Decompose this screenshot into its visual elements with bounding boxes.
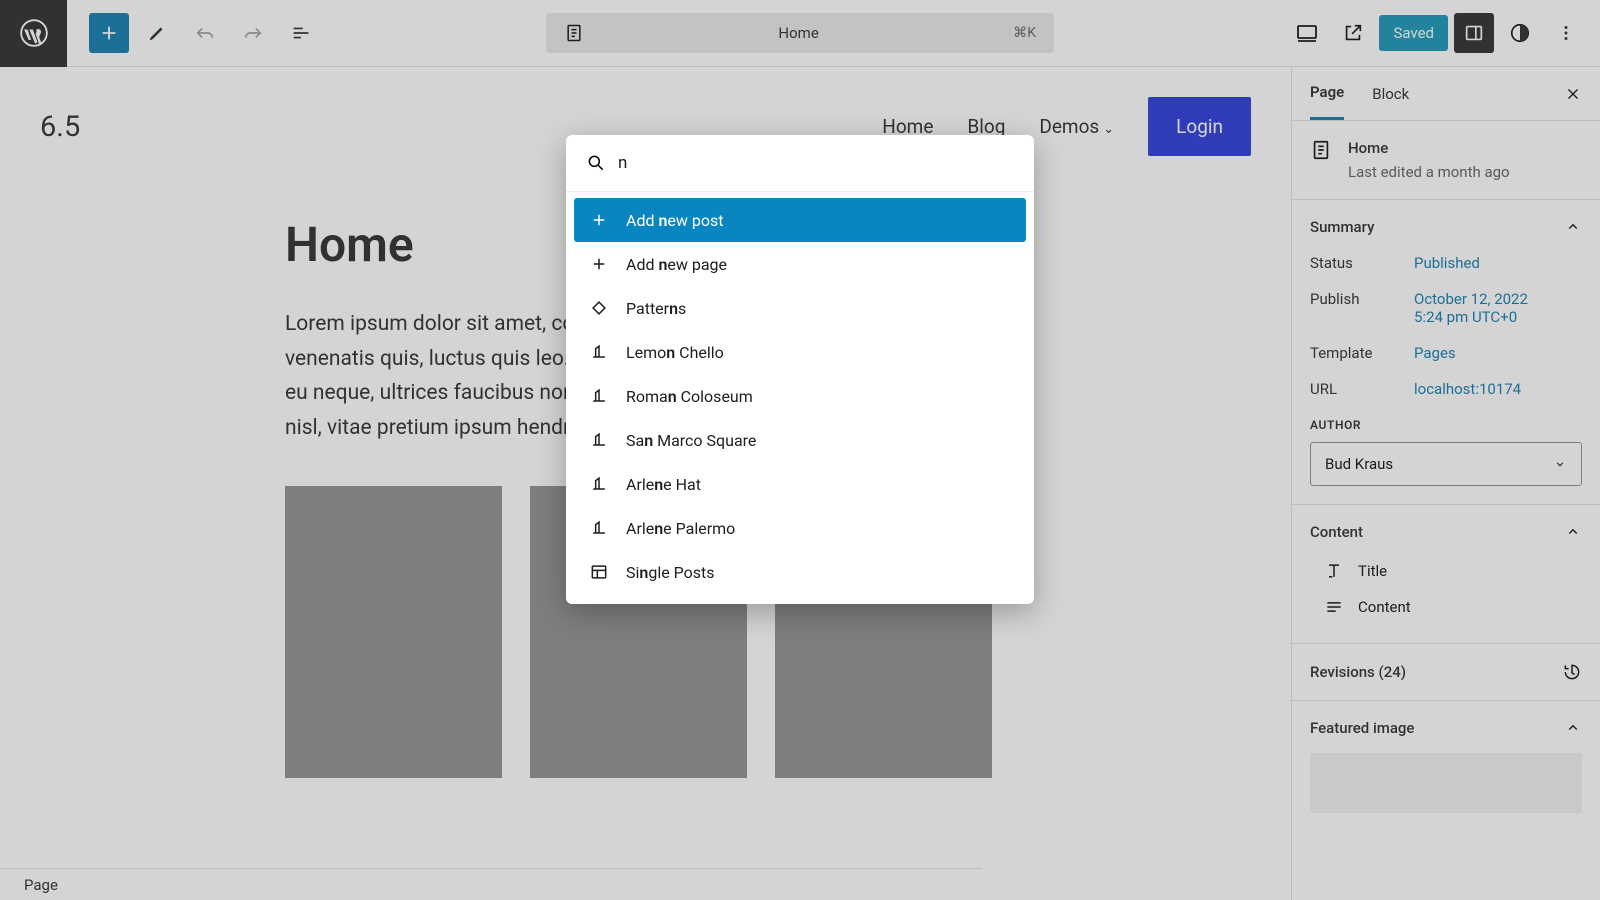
command-item[interactable]: Arlene Palermo <box>574 506 1026 550</box>
command-search-row <box>566 135 1034 192</box>
patterns-icon <box>588 297 610 319</box>
command-item[interactable]: Single Posts <box>574 550 1026 594</box>
command-item[interactable]: Add new post <box>574 198 1026 242</box>
post-icon <box>588 517 610 539</box>
post-icon <box>588 341 610 363</box>
command-results-list: Add new postAdd new pagePatternsLemon Ch… <box>566 192 1034 604</box>
post-icon <box>588 429 610 451</box>
command-palette: Add new postAdd new pagePatternsLemon Ch… <box>566 135 1034 604</box>
layout-icon <box>588 561 610 583</box>
search-icon <box>586 153 606 173</box>
command-item[interactable]: San Marco Square <box>574 418 1026 462</box>
command-item[interactable]: Roman Coloseum <box>574 374 1026 418</box>
command-item[interactable]: Patterns <box>574 286 1026 330</box>
command-item[interactable]: Lemon Chello <box>574 330 1026 374</box>
command-item[interactable]: Add new page <box>574 242 1026 286</box>
command-item[interactable]: Arlene Hat <box>574 462 1026 506</box>
command-search-input[interactable] <box>618 153 1014 173</box>
post-icon <box>588 385 610 407</box>
plus-icon <box>588 253 610 275</box>
post-icon <box>588 473 610 495</box>
plus-icon <box>588 209 610 231</box>
